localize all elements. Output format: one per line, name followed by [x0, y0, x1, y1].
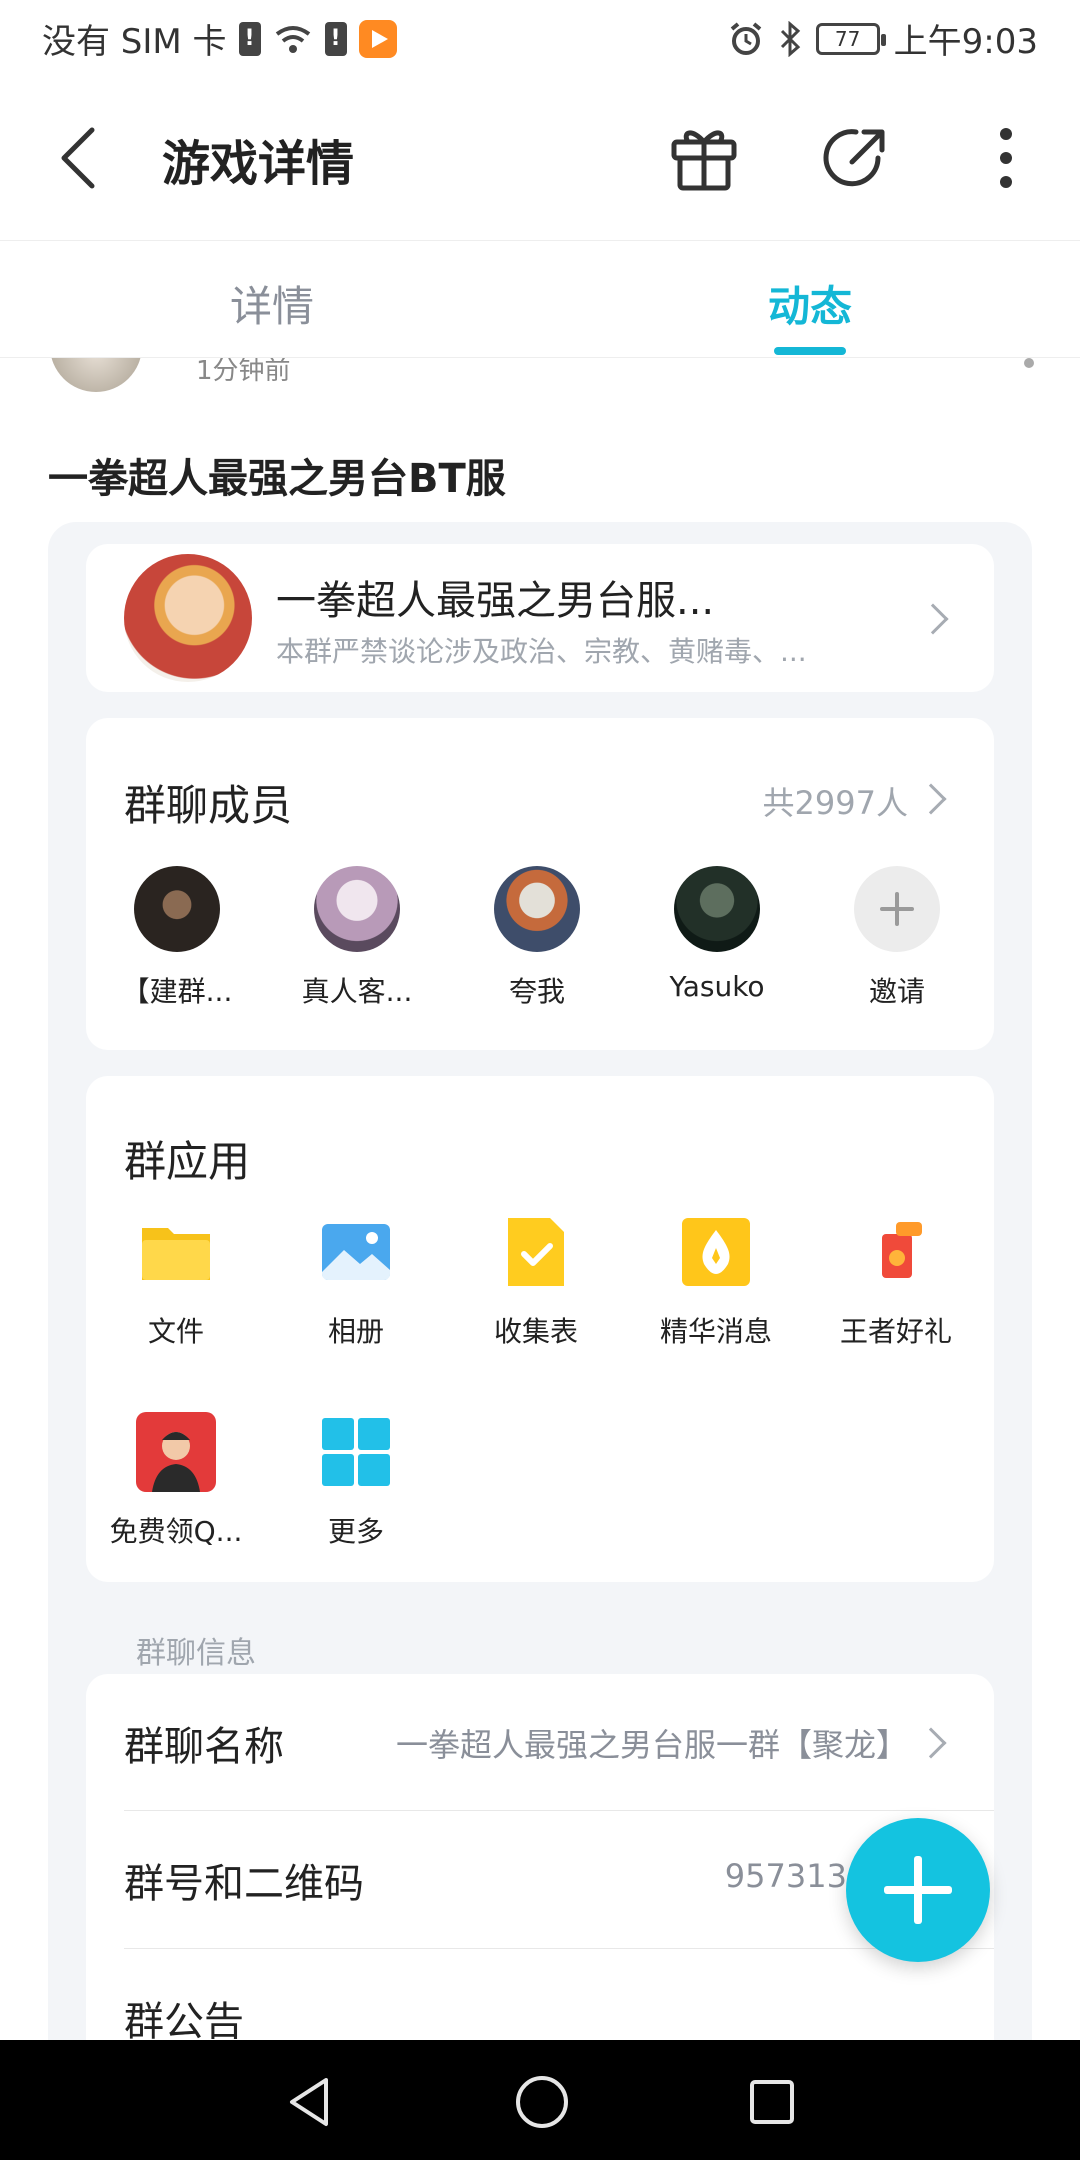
apps-title: 群应用: [124, 1137, 251, 1186]
app-header: 游戏详情: [0, 74, 1080, 240]
share-icon[interactable]: [816, 118, 896, 198]
status-bar: 没有 SIM 卡 ! ! 77 上午9:03: [0, 0, 1080, 74]
avatar: [314, 866, 400, 952]
app-files[interactable]: 文件: [96, 1212, 256, 1350]
active-tab-indicator: [774, 347, 846, 355]
feed-content[interactable]: 1分钟前 一拳超人最强之男台BT服 一拳超人最强之男台服... 本群严禁谈论涉及…: [0, 358, 1080, 2040]
group-card[interactable]: 一拳超人最强之男台服... 本群严禁谈论涉及政治、宗教、黄赌毒、...: [86, 544, 994, 692]
group-description: 本群严禁谈论涉及政治、宗教、黄赌毒、...: [276, 635, 807, 668]
folder-icon: [142, 1228, 210, 1280]
notification-badge-icon: !: [238, 21, 261, 56]
screen: 没有 SIM 卡 ! ! 77 上午9:03 游戏详情 详情 动态 1分钟前 一…: [0, 0, 1080, 2160]
app-label: 更多: [327, 1515, 384, 1548]
member-item[interactable]: 【建群...: [102, 866, 252, 1010]
promo-icon: [136, 1412, 216, 1492]
group-notice-row[interactable]: 群公告: [86, 1949, 994, 2040]
battery-icon: 77: [815, 22, 886, 55]
app-label: 免费领Q...: [109, 1515, 243, 1548]
post-title: 一拳超人最强之男台BT服: [48, 456, 506, 502]
row-key: 群聊名称: [124, 1724, 284, 1770]
back-button[interactable]: [48, 118, 118, 198]
chevron-right-icon: [917, 603, 949, 635]
form-icon: [508, 1218, 564, 1286]
group-panel: 一拳超人最强之男台服... 本群严禁谈论涉及政治、宗教、黄赌毒、... 群聊成员…: [48, 522, 1032, 2040]
member-item[interactable]: 真人客...: [282, 866, 432, 1010]
alert-icon: !: [324, 21, 347, 56]
system-nav-bar: [0, 2040, 1080, 2160]
post-time: 1分钟前: [196, 358, 291, 386]
plus-icon: [854, 866, 940, 952]
app-essence[interactable]: 精华消息: [636, 1212, 796, 1350]
video-app-icon: [358, 19, 397, 58]
app-free-promo[interactable]: 免费领Q...: [96, 1412, 256, 1550]
poster-avatar[interactable]: [50, 358, 142, 392]
group-avatar: [124, 554, 252, 682]
member-name: 夸我: [508, 975, 565, 1008]
more-apps-icon: [322, 1418, 390, 1486]
app-collection-form[interactable]: 收集表: [456, 1212, 616, 1350]
app-label: 文件: [147, 1315, 204, 1348]
invite-label: 邀请: [868, 975, 925, 1008]
tab-feed[interactable]: 动态: [768, 273, 852, 334]
avatar: [674, 866, 760, 952]
member-name: Yasuko: [669, 970, 765, 1003]
app-more[interactable]: 更多: [276, 1412, 436, 1550]
app-label: 收集表: [493, 1315, 578, 1348]
app-king-gift[interactable]: 王者好礼: [816, 1212, 976, 1350]
chevron-right-icon: [915, 1727, 947, 1759]
member-item[interactable]: 夸我: [462, 866, 612, 1010]
group-name-row[interactable]: 群聊名称 一拳超人最强之男台服一群【聚龙】: [86, 1674, 994, 1810]
wifi-icon: [275, 25, 310, 53]
nav-home-icon[interactable]: [512, 2072, 572, 2132]
post-menu-dot-icon[interactable]: [1024, 358, 1034, 368]
members-card: 群聊成员 共2997人 【建群... 真人客... 夸我 Yasuko 邀请: [86, 718, 994, 1050]
bluetooth-icon: [780, 20, 800, 57]
essence-icon: [682, 1218, 750, 1286]
member-name: 真人客...: [301, 975, 413, 1008]
chevron-right-icon[interactable]: [915, 783, 947, 815]
row-key: 群号和二维码: [124, 1861, 364, 1907]
row-value: 一拳超人最强之男台服一群【聚龙】: [395, 1726, 908, 1764]
status-left: 没有 SIM 卡 ! !: [42, 14, 397, 63]
add-post-button[interactable]: [846, 1818, 990, 1962]
app-label: 相册: [327, 1315, 384, 1348]
member-name: 【建群...: [121, 975, 233, 1008]
group-apps-card: 群应用 文件 相册 收集表 精华消息 王者好礼 免费领Q... 更多: [86, 1076, 994, 1582]
tab-bar: 详情 动态: [0, 240, 1080, 358]
invite-button[interactable]: 邀请: [822, 866, 972, 1010]
page-title: 游戏详情: [162, 136, 355, 192]
clock-text: 上午9:03: [893, 22, 1038, 62]
gift-icon[interactable]: [664, 118, 744, 198]
album-icon: [322, 1224, 390, 1280]
group-name: 一拳超人最强之男台服...: [276, 578, 715, 624]
tab-details[interactable]: 详情: [230, 273, 314, 334]
nav-recents-icon[interactable]: [744, 2074, 800, 2130]
app-label: 王者好礼: [839, 1315, 952, 1348]
carrier-text: 没有 SIM 卡: [42, 22, 227, 62]
alarm-icon: [730, 21, 761, 55]
member-item[interactable]: Yasuko: [642, 866, 792, 1003]
more-options-icon[interactable]: [966, 118, 1046, 198]
row-key: 群公告: [124, 1999, 244, 2040]
members-title: 群聊成员: [124, 781, 293, 830]
app-album[interactable]: 相册: [276, 1212, 436, 1350]
group-info-label: 群聊信息: [136, 1636, 256, 1671]
nav-back-icon[interactable]: [282, 2074, 338, 2130]
app-label: 精华消息: [659, 1315, 772, 1348]
avatar: [494, 866, 580, 952]
member-count[interactable]: 共2997人: [763, 778, 908, 824]
gift-icon: [882, 1222, 922, 1278]
status-right: 77 上午9:03: [728, 14, 1038, 63]
avatar: [134, 866, 220, 952]
